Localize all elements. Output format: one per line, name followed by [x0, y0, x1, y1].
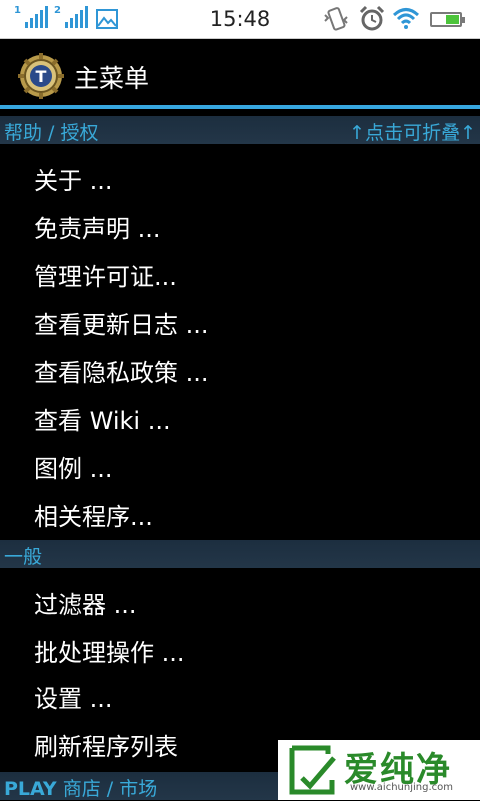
watermark-logo-icon — [289, 745, 336, 795]
section-title-store: PLAY 商店 / 市场 — [4, 778, 158, 800]
vibrate-icon — [324, 7, 348, 31]
menu-item-wiki[interactable]: 查看 Wiki ... — [0, 394, 480, 440]
collapse-hint: ↑点击可折叠↑ — [349, 122, 476, 144]
section-title-help: 帮助 / 授权 — [4, 122, 99, 144]
alarm-clock-icon — [359, 5, 385, 31]
menu-item-manage-license[interactable]: 管理许可证... — [0, 250, 480, 296]
menu-item-changelog[interactable]: 查看更新日志 ... — [0, 298, 480, 344]
watermark-url: www.aichunjing.com — [350, 782, 453, 793]
menu-item-related-apps[interactable]: 相关程序... — [0, 490, 480, 536]
section-title-general: 一般 — [4, 546, 43, 568]
menu-item-filters[interactable]: 过滤器 ... — [0, 578, 480, 624]
menu-item-privacy-policy[interactable]: 查看隐私政策 ... — [0, 346, 480, 392]
action-bar-divider — [0, 105, 480, 109]
section-header-help[interactable]: 帮助 / 授权 ↑点击可折叠↑ — [0, 116, 480, 144]
menu-item-disclaimer[interactable]: 免责声明 ... — [0, 202, 480, 248]
menu-item-batch-actions[interactable]: 批处理操作 ... — [0, 626, 480, 672]
wifi-icon — [392, 8, 420, 29]
page-title: 主菜单 — [74, 64, 150, 93]
section-header-general[interactable]: 一般 — [0, 540, 480, 568]
status-bar: 1 2 15:48 — [0, 0, 480, 39]
titanium-backup-icon[interactable]: T — [18, 53, 64, 99]
watermark: 爱纯净 www.aichunjing.com — [278, 740, 480, 800]
menu-item-about[interactable]: 关于 ... — [0, 154, 480, 200]
svg-text:T: T — [36, 67, 47, 86]
battery-icon — [430, 12, 465, 27]
menu-item-legend[interactable]: 图例 ... — [0, 442, 480, 488]
menu-item-settings[interactable]: 设置 ... — [0, 672, 480, 718]
action-bar: T 主菜单 — [0, 39, 480, 105]
